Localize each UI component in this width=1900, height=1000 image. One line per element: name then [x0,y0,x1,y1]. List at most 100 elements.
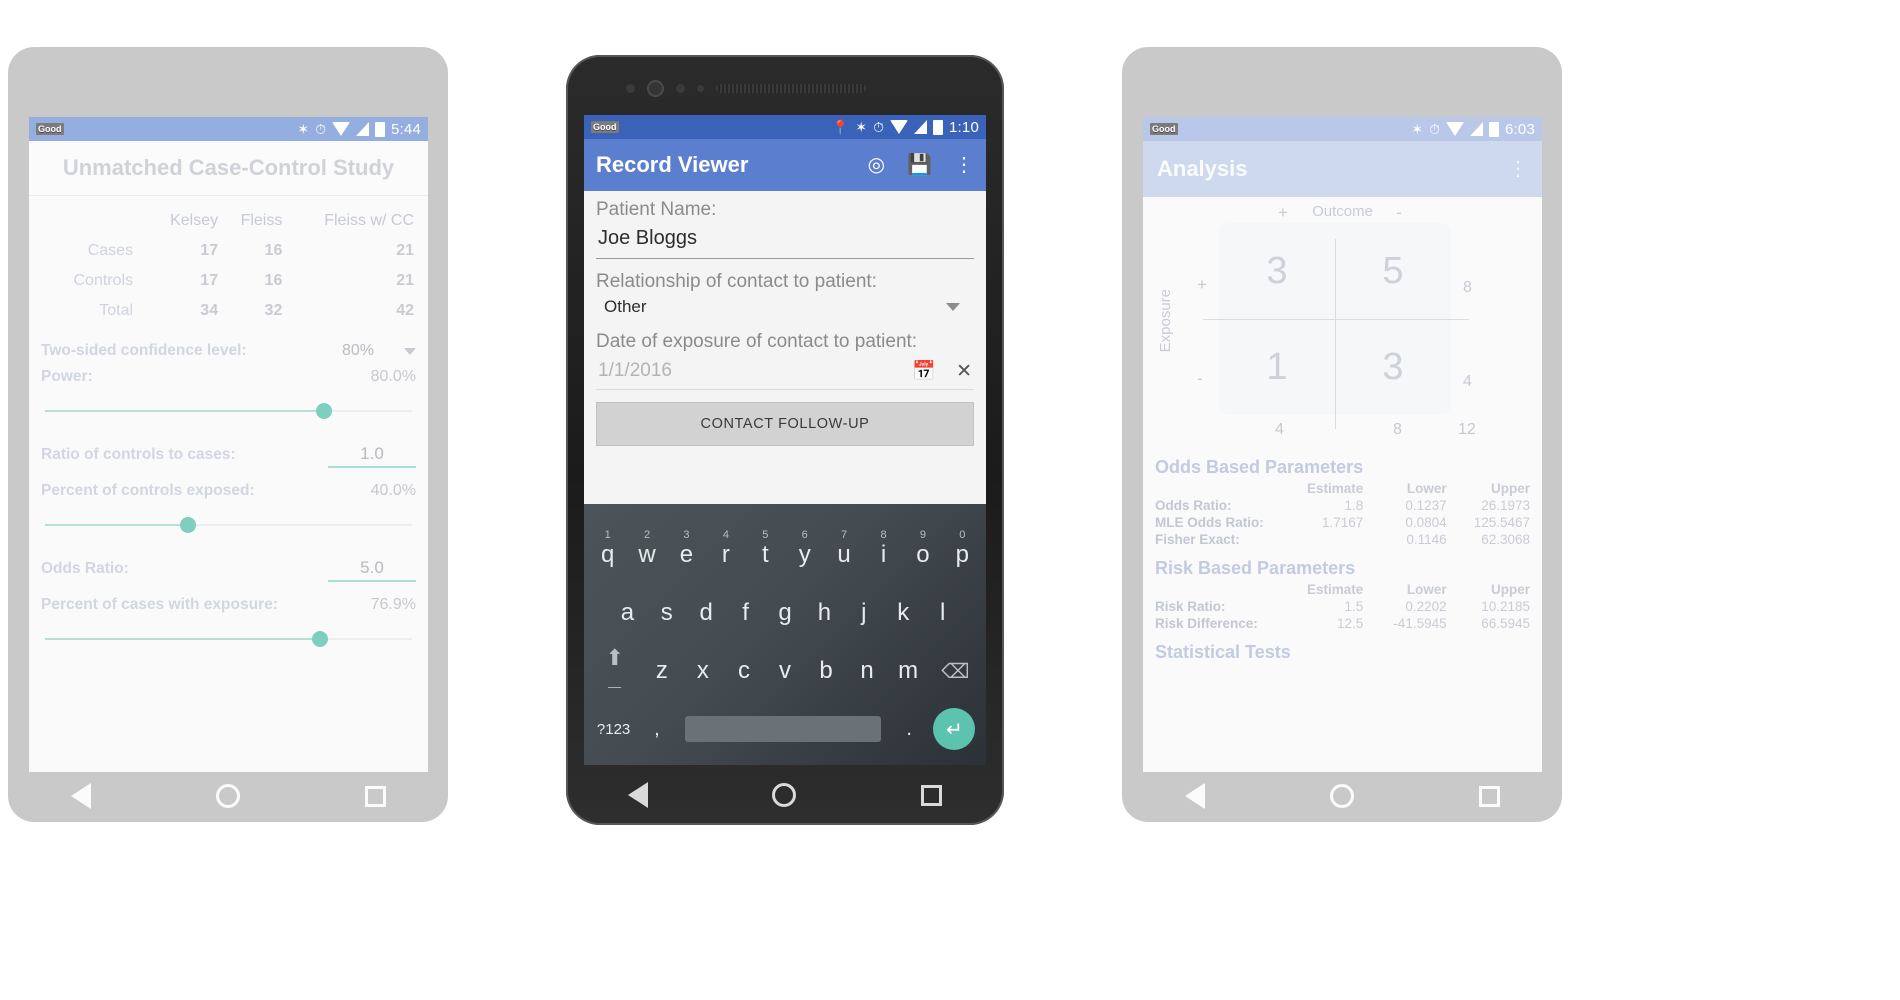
key-comma[interactable]: , [639,718,674,741]
key-p[interactable]: 0p [943,529,982,569]
key-m[interactable]: m [888,657,929,685]
outcome-axis-label: Outcome [1312,203,1373,220]
recents-icon[interactable] [920,784,942,806]
col-head-blank [1153,480,1282,497]
recents-icon[interactable] [1478,785,1500,807]
carrier-chip: Good [1150,123,1178,135]
relationship-label: Relationship of contact to patient: [596,271,877,292]
key-e[interactable]: 3e [667,529,706,569]
clear-x-icon[interactable]: ✕ [956,360,972,383]
home-icon[interactable] [215,784,240,808]
back-icon[interactable] [1184,783,1205,809]
cell-unexposed-outcome-neg[interactable]: 3 [1335,319,1451,415]
relationship-spinner[interactable]: Other [596,293,974,319]
slider-fill [45,524,189,526]
date-field-row[interactable]: 1/1/2016 📅 ✕ [596,353,974,390]
contact-followup-button[interactable]: CONTACT FOLLOW-UP [596,402,974,446]
key-sup: 1 [604,529,611,541]
screenshot-stage: Good ✶ ⏱ 5:44 Unmatched Case-Control Stu… [0,0,1900,1000]
key-label: t [761,541,769,568]
power-label: Power: [41,368,93,385]
ratio-row[interactable]: Ratio of controls to cases: 1.0 [41,444,416,468]
ratio-input[interactable]: 1.0 [328,444,416,468]
space-key[interactable] [684,716,882,742]
risk-ratio-lower: 0.2202 [1405,599,1447,614]
risk-ratio-upper: 10.2185 [1481,599,1530,614]
back-icon[interactable] [70,783,91,809]
shift-icon[interactable]: ⬆ — [588,645,641,697]
date-input[interactable]: 1/1/2016 [598,360,672,382]
power-slider[interactable] [45,400,412,422]
chevron-down-icon[interactable] [946,303,960,311]
key-d[interactable]: d [686,599,725,627]
key-x[interactable]: x [682,657,723,685]
controls-exposed-slider[interactable] [45,514,412,536]
key-period[interactable]: . [891,718,926,741]
cell-exposed-outcome-neg[interactable]: 5 [1335,223,1451,319]
cases-exposure-slider[interactable] [45,628,412,650]
chevron-down-icon[interactable] [404,347,416,355]
key-z[interactable]: z [641,657,682,685]
key-w[interactable]: 2w [627,529,666,569]
key-f[interactable]: f [726,599,765,627]
exposure-minus-header: - [1197,369,1203,388]
slider-knob[interactable] [315,403,332,419]
exposure-plus-header: + [1197,275,1207,294]
cell-exposed-outcome-pos[interactable]: 3 [1219,223,1335,319]
backspace-icon[interactable]: ⌫ [929,659,982,684]
symbols-key[interactable]: ?123 [588,721,639,738]
overflow-menu-icon[interactable]: ⋮ [1508,159,1528,179]
slider-knob[interactable] [312,631,329,647]
home-icon[interactable] [1329,784,1354,808]
keyboard-row-3: ⬆ — z x c v b n m ⌫ [588,642,982,700]
key-b[interactable]: b [806,657,847,685]
phone-1-screen: Good ✶ ⏱ 5:44 Unmatched Case-Control Stu… [29,117,428,772]
key-o[interactable]: 9o [903,529,942,569]
key-h[interactable]: h [805,599,844,627]
back-icon[interactable] [628,782,649,808]
key-c[interactable]: c [723,657,764,685]
key-g[interactable]: g [765,599,804,627]
confidence-level-value: 80% [341,342,374,359]
enter-key[interactable]: ↵ [927,708,982,750]
row-total-unexposed: 4 [1463,373,1472,390]
outcome-minus-header: - [1396,203,1402,222]
patient-name-input[interactable]: Joe Bloggs [596,221,974,259]
key-t[interactable]: 5t [746,529,785,569]
phone-1-status-bar: Good ✶ ⏱ 5:44 [29,117,428,141]
overflow-menu-icon[interactable]: ⋮ [954,155,974,175]
gps-target-icon[interactable]: ◎ [868,155,885,175]
key-r[interactable]: 4r [706,529,745,569]
key-n[interactable]: n [847,657,888,685]
key-j[interactable]: j [844,599,883,627]
key-label: p [955,541,969,568]
col-head-upper: Upper [1490,582,1530,597]
key-q[interactable]: 1q [588,529,627,569]
key-v[interactable]: v [764,657,805,685]
calendar-icon[interactable]: 📅 [912,359,936,383]
cell-cases-fleiss: 16 [264,242,283,259]
home-icon[interactable] [772,783,797,807]
cell-cases-kelsey: 17 [200,242,219,259]
key-i[interactable]: 8i [864,529,903,569]
enter-icon[interactable]: ↵ [933,708,976,750]
confidence-level-row[interactable]: Two-sided confidence level: 80% [41,342,416,360]
risk-ratio-estimate: 1.5 [1344,599,1364,614]
key-a[interactable]: a [608,599,647,627]
key-label: o [916,541,930,568]
key-y[interactable]: 6y [785,529,824,569]
cell-unexposed-outcome-pos[interactable]: 1 [1219,319,1335,415]
key-k[interactable]: k [884,599,923,627]
slider-knob[interactable] [180,517,197,533]
odds-ratio-row[interactable]: Odds Ratio: 5.0 [41,558,416,582]
odds-ratio-input[interactable]: 5.0 [328,558,416,582]
save-icon[interactable]: 💾 [907,155,932,175]
wifi-icon [1446,122,1464,136]
key-l[interactable]: l [923,599,962,627]
key-u[interactable]: 7u [824,529,863,569]
recents-icon[interactable] [364,785,386,807]
key-s[interactable]: s [647,599,686,627]
confidence-level-select[interactable]: 80% [342,342,416,360]
key-sup: 6 [801,529,808,541]
wifi-icon [332,122,350,136]
